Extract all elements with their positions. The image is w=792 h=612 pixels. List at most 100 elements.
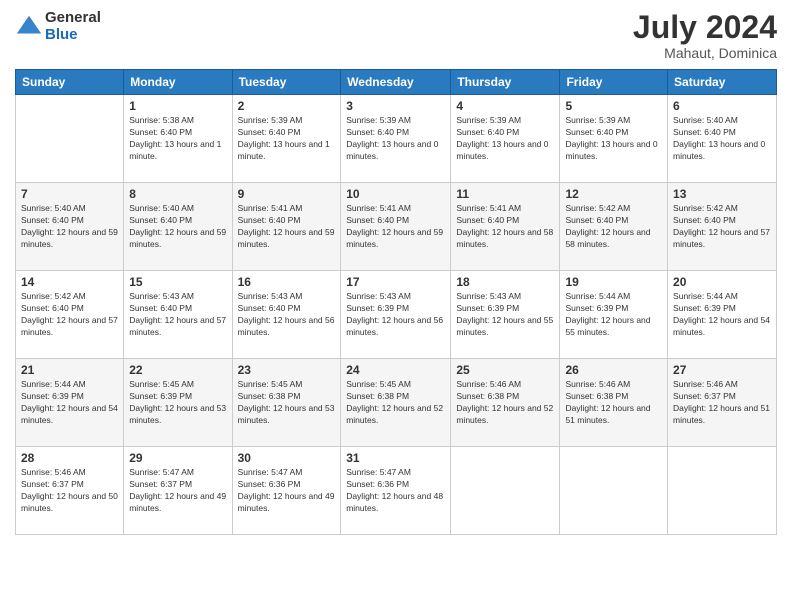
calendar-cell: 10 Sunrise: 5:41 AMSunset: 6:40 PMDayligh… — [341, 183, 451, 271]
day-info: Sunrise: 5:44 AMSunset: 6:39 PMDaylight:… — [565, 291, 662, 339]
logo: General Blue — [15, 10, 101, 43]
calendar-cell: 3Sunrise: 5:39 AMSunset: 6:40 PMDaylight… — [341, 95, 451, 183]
calendar-cell: 15 Sunrise: 5:43 AMSunset: 6:40 PMDayligh… — [124, 271, 232, 359]
calendar-cell — [451, 447, 560, 535]
week-row-0: 1 Sunrise: 5:38 AMSunset: 6:40 PMDaylight… — [16, 95, 777, 183]
day-info: Sunrise: 5:46 AMSunset: 6:37 PMDaylight:… — [673, 379, 771, 427]
day-info: Sunrise: 5:47 AMSunset: 6:37 PMDaylight:… — [129, 467, 226, 515]
day-info: Sunrise: 5:38 AMSunset: 6:40 PMDaylight:… — [129, 115, 226, 163]
day-info: Sunrise: 5:39 AMSunset: 6:40 PMDaylight:… — [238, 115, 336, 163]
day-number: 22 — [129, 363, 226, 377]
calendar-cell: 9 Sunrise: 5:41 AMSunset: 6:40 PMDaylight… — [232, 183, 341, 271]
header: General Blue July 2024 Mahaut, Dominica — [15, 10, 777, 61]
day-number: 25 — [456, 363, 554, 377]
calendar-cell: 2Sunrise: 5:39 AMSunset: 6:40 PMDaylight… — [232, 95, 341, 183]
calendar-cell: 30Sunrise: 5:47 AMSunset: 6:36 PMDayligh… — [232, 447, 341, 535]
day-number: 21 — [21, 363, 118, 377]
day-info: Sunrise: 5:42 AMSunset: 6:40 PMDaylight:… — [565, 203, 662, 251]
calendar-cell: 17Sunrise: 5:43 AMSunset: 6:39 PMDayligh… — [341, 271, 451, 359]
day-info: Sunrise: 5:41 AMSunset: 6:40 PMDaylight:… — [346, 203, 445, 251]
header-day-sunday: Sunday — [16, 70, 124, 95]
week-row-1: 7 Sunrise: 5:40 AMSunset: 6:40 PMDaylight… — [16, 183, 777, 271]
calendar-cell: 20 Sunrise: 5:44 AMSunset: 6:39 PMDayligh… — [668, 271, 777, 359]
day-number: 15 — [129, 275, 226, 289]
week-row-2: 14Sunrise: 5:42 AMSunset: 6:40 PMDayligh… — [16, 271, 777, 359]
location: Mahaut, Dominica — [633, 45, 777, 61]
calendar-cell: 31 Sunrise: 5:47 AMSunset: 6:36 PMDayligh… — [341, 447, 451, 535]
calendar-cell: 14Sunrise: 5:42 AMSunset: 6:40 PMDayligh… — [16, 271, 124, 359]
day-number: 5 — [565, 99, 662, 113]
header-row: SundayMondayTuesdayWednesdayThursdayFrid… — [16, 70, 777, 95]
week-row-3: 21 Sunrise: 5:44 AMSunset: 6:39 PMDayligh… — [16, 359, 777, 447]
day-info: Sunrise: 5:42 AMSunset: 6:40 PMDaylight:… — [673, 203, 771, 251]
calendar-cell: 7 Sunrise: 5:40 AMSunset: 6:40 PMDaylight… — [16, 183, 124, 271]
calendar-cell: 25 Sunrise: 5:46 AMSunset: 6:38 PMDayligh… — [451, 359, 560, 447]
calendar-cell: 5 Sunrise: 5:39 AMSunset: 6:40 PMDaylight… — [560, 95, 668, 183]
day-number: 17 — [346, 275, 445, 289]
title-block: July 2024 Mahaut, Dominica — [633, 10, 777, 61]
day-info: Sunrise: 5:40 AMSunset: 6:40 PMDaylight:… — [129, 203, 226, 251]
day-info: Sunrise: 5:46 AMSunset: 6:37 PMDaylight:… — [21, 467, 118, 515]
calendar-cell — [668, 447, 777, 535]
calendar-cell: 22 Sunrise: 5:45 AMSunset: 6:39 PMDayligh… — [124, 359, 232, 447]
day-info: Sunrise: 5:41 AMSunset: 6:40 PMDaylight:… — [238, 203, 336, 251]
day-number: 20 — [673, 275, 771, 289]
calendar-cell: 29 Sunrise: 5:47 AMSunset: 6:37 PMDayligh… — [124, 447, 232, 535]
calendar-cell: 26Sunrise: 5:46 AMSunset: 6:38 PMDayligh… — [560, 359, 668, 447]
day-number: 29 — [129, 451, 226, 465]
calendar-cell: 8Sunrise: 5:40 AMSunset: 6:40 PMDaylight… — [124, 183, 232, 271]
day-info: Sunrise: 5:46 AMSunset: 6:38 PMDaylight:… — [456, 379, 554, 427]
day-info: Sunrise: 5:40 AMSunset: 6:40 PMDaylight:… — [21, 203, 118, 251]
day-number: 7 — [21, 187, 118, 201]
calendar-cell: 11Sunrise: 5:41 AMSunset: 6:40 PMDayligh… — [451, 183, 560, 271]
header-day-tuesday: Tuesday — [232, 70, 341, 95]
day-number: 10 — [346, 187, 445, 201]
day-number: 1 — [129, 99, 226, 113]
day-info: Sunrise: 5:41 AMSunset: 6:40 PMDaylight:… — [456, 203, 554, 251]
calendar-cell: 28 Sunrise: 5:46 AMSunset: 6:37 PMDayligh… — [16, 447, 124, 535]
day-info: Sunrise: 5:45 AMSunset: 6:39 PMDaylight:… — [129, 379, 226, 427]
calendar-cell: 27Sunrise: 5:46 AMSunset: 6:37 PMDayligh… — [668, 359, 777, 447]
calendar-cell: 16 Sunrise: 5:43 AMSunset: 6:40 PMDayligh… — [232, 271, 341, 359]
day-info: Sunrise: 5:44 AMSunset: 6:39 PMDaylight:… — [21, 379, 118, 427]
day-number: 31 — [346, 451, 445, 465]
day-number: 16 — [238, 275, 336, 289]
logo-blue: Blue — [45, 27, 101, 44]
day-info: Sunrise: 5:40 AMSunset: 6:40 PMDaylight:… — [673, 115, 771, 163]
day-info: Sunrise: 5:45 AMSunset: 6:38 PMDaylight:… — [238, 379, 336, 427]
day-number: 28 — [21, 451, 118, 465]
calendar-cell: 13 Sunrise: 5:42 AMSunset: 6:40 PMDayligh… — [668, 183, 777, 271]
header-day-thursday: Thursday — [451, 70, 560, 95]
day-info: Sunrise: 5:39 AMSunset: 6:40 PMDaylight:… — [565, 115, 662, 163]
calendar-table: SundayMondayTuesdayWednesdayThursdayFrid… — [15, 69, 777, 535]
day-info: Sunrise: 5:47 AMSunset: 6:36 PMDaylight:… — [346, 467, 445, 515]
day-info: Sunrise: 5:44 AMSunset: 6:39 PMDaylight:… — [673, 291, 771, 339]
calendar-cell: 23Sunrise: 5:45 AMSunset: 6:38 PMDayligh… — [232, 359, 341, 447]
day-info: Sunrise: 5:39 AMSunset: 6:40 PMDaylight:… — [456, 115, 554, 163]
week-row-4: 28 Sunrise: 5:46 AMSunset: 6:37 PMDayligh… — [16, 447, 777, 535]
calendar-cell — [560, 447, 668, 535]
day-info: Sunrise: 5:43 AMSunset: 6:40 PMDaylight:… — [129, 291, 226, 339]
calendar-cell: 21 Sunrise: 5:44 AMSunset: 6:39 PMDayligh… — [16, 359, 124, 447]
day-info: Sunrise: 5:43 AMSunset: 6:39 PMDaylight:… — [456, 291, 554, 339]
day-info: Sunrise: 5:43 AMSunset: 6:40 PMDaylight:… — [238, 291, 336, 339]
day-number: 4 — [456, 99, 554, 113]
header-day-wednesday: Wednesday — [341, 70, 451, 95]
calendar-cell: 19Sunrise: 5:44 AMSunset: 6:39 PMDayligh… — [560, 271, 668, 359]
header-day-monday: Monday — [124, 70, 232, 95]
calendar-cell: 18Sunrise: 5:43 AMSunset: 6:39 PMDayligh… — [451, 271, 560, 359]
day-number: 12 — [565, 187, 662, 201]
day-number: 9 — [238, 187, 336, 201]
day-info: Sunrise: 5:45 AMSunset: 6:38 PMDaylight:… — [346, 379, 445, 427]
day-number: 6 — [673, 99, 771, 113]
header-day-friday: Friday — [560, 70, 668, 95]
logo-icon — [15, 13, 43, 41]
calendar-cell: 4 Sunrise: 5:39 AMSunset: 6:40 PMDaylight… — [451, 95, 560, 183]
day-number: 13 — [673, 187, 771, 201]
calendar-cell: 24 Sunrise: 5:45 AMSunset: 6:38 PMDayligh… — [341, 359, 451, 447]
logo-general: General — [45, 10, 101, 27]
month-year: July 2024 — [633, 10, 777, 45]
day-number: 24 — [346, 363, 445, 377]
day-number: 26 — [565, 363, 662, 377]
header-day-saturday: Saturday — [668, 70, 777, 95]
